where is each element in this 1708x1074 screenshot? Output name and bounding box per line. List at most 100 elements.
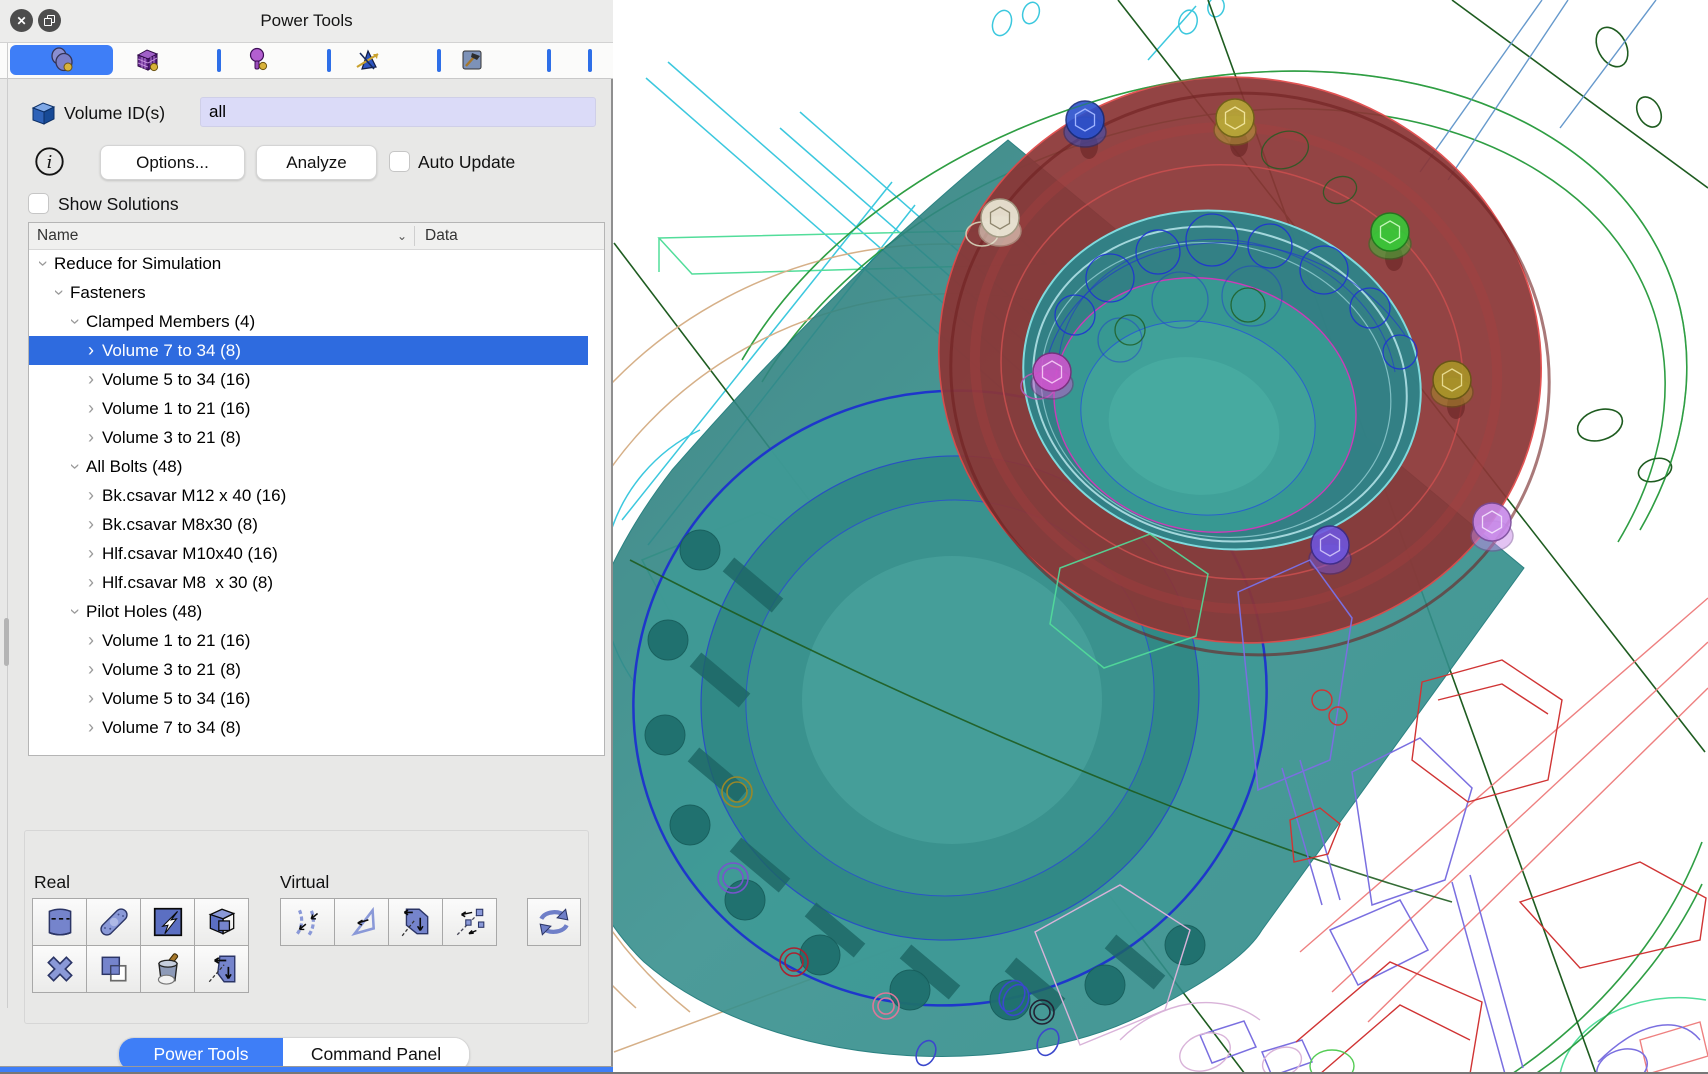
remove-surface-button[interactable] [140, 898, 195, 946]
row-chevron-icon[interactable]: › [83, 626, 99, 655]
tab-fea[interactable] [348, 45, 388, 75]
collapse-angle-icon [345, 905, 379, 939]
mesh-tab-icon [134, 47, 160, 73]
close-icon: ✕ [16, 15, 26, 27]
composite-curves-icon [291, 905, 325, 939]
extract-arrow-icon [205, 952, 239, 986]
tree-row[interactable]: › Volume 3 to 21 (8) [29, 655, 588, 684]
tree-rows: › Reduce for Simulation › Fasteners › Cl… [29, 249, 588, 742]
volume-ids-input[interactable]: all [200, 97, 596, 127]
tab-mesh[interactable] [127, 45, 167, 75]
tree-row[interactable]: › Volume 5 to 34 (16) [29, 365, 588, 394]
tree-row-label: Bk.csavar M8x30 (8) [102, 515, 258, 535]
diagnostics-tab-icon [459, 47, 485, 73]
real-group-label: Real [34, 872, 70, 893]
tree-row-label: Volume 7 to 34 (8) [102, 341, 241, 361]
row-chevron-icon[interactable]: › [61, 314, 90, 330]
tree-row-label: Volume 1 to 21 (16) [102, 399, 250, 419]
composite-curves-button[interactable] [280, 898, 335, 946]
analyze-button[interactable]: Analyze [256, 145, 377, 180]
tab-separator [437, 49, 441, 72]
row-chevron-icon[interactable]: › [83, 423, 99, 452]
tree-row[interactable]: › Hlf.csavar M10x40 (16) [29, 539, 588, 568]
graphics-viewport[interactable] [613, 0, 1708, 1074]
row-chevron-icon[interactable]: › [83, 336, 99, 365]
row-chevron-icon[interactable]: › [83, 568, 99, 597]
tab-geometry[interactable] [10, 45, 113, 75]
row-chevron-icon[interactable]: › [83, 481, 99, 510]
tree-row[interactable]: › Hlf.csavar M8 x 30 (8) [29, 568, 588, 597]
tree-row-label: Volume 1 to 21 (16) [102, 631, 250, 651]
tab-separator [588, 49, 592, 72]
remove-virtual-icon [453, 905, 487, 939]
tab-separator [327, 49, 331, 72]
remove-virtual-button[interactable] [442, 898, 497, 946]
panel-drag-handle[interactable] [4, 618, 9, 666]
column-header-data[interactable]: Data [425, 223, 458, 249]
tree-row-label: Fasteners [70, 283, 146, 303]
tree-row[interactable]: › Clamped Members (4) [29, 307, 588, 336]
tree-row-label: Volume 5 to 34 (16) [102, 689, 250, 709]
clean-button[interactable] [140, 945, 195, 993]
close-button[interactable]: ✕ [10, 9, 33, 32]
row-chevron-icon[interactable]: › [61, 604, 90, 620]
tweak-remove-button[interactable] [32, 898, 87, 946]
power-tools-panel: Power Tools ✕ [0, 0, 613, 1074]
show-solutions-checkbox[interactable] [28, 193, 49, 214]
blend-button[interactable] [86, 898, 141, 946]
refresh-button[interactable] [527, 898, 581, 946]
extract-button[interactable] [194, 945, 249, 993]
row-chevron-icon[interactable]: › [61, 459, 90, 475]
remove-surface-icon [151, 905, 185, 939]
tree-row-label: Volume 3 to 21 (8) [102, 660, 241, 680]
remove-cube-face-button[interactable] [194, 898, 249, 946]
info-icon[interactable]: i [34, 146, 65, 177]
tree-row[interactable]: › Fasteners [29, 278, 588, 307]
panel-title: Power Tools [0, 0, 613, 42]
collapse-angle-button[interactable] [334, 898, 389, 946]
column-header-name[interactable]: Name [37, 223, 78, 249]
virtual-toolbar-row [280, 898, 496, 946]
row-chevron-icon[interactable]: › [83, 539, 99, 568]
tree-row[interactable]: › Volume 1 to 21 (16) [29, 626, 588, 655]
tree-row[interactable]: › Pilot Holes (48) [29, 597, 588, 626]
tree-row-label: Clamped Members (4) [86, 312, 255, 332]
column-divider[interactable] [414, 226, 415, 246]
tree-row[interactable]: › Reduce for Simulation [29, 249, 588, 278]
merge-button[interactable] [86, 945, 141, 993]
tree-row[interactable]: › Bk.csavar M8x30 (8) [29, 510, 588, 539]
row-chevron-icon[interactable]: › [83, 510, 99, 539]
tree-header: Name ⌄ Data [29, 223, 604, 250]
tree-row[interactable]: › Bk.csavar M12 x 40 (16) [29, 481, 588, 510]
row-chevron-icon[interactable]: › [83, 713, 99, 742]
tweak-remove-icon [43, 905, 77, 939]
tab-separator [547, 49, 551, 72]
sort-chevron-icon[interactable]: ⌄ [397, 223, 407, 249]
viewport-3d-scene [613, 0, 1708, 1074]
row-chevron-icon[interactable]: › [83, 394, 99, 423]
row-chevron-icon[interactable]: › [45, 285, 74, 301]
tree-row[interactable]: › All Bolts (48) [29, 452, 588, 481]
row-chevron-icon[interactable]: › [83, 365, 99, 394]
tab-diagnostics[interactable] [452, 45, 492, 75]
undock-button[interactable] [38, 9, 61, 32]
tree-row[interactable]: › Volume 3 to 21 (8) [29, 423, 588, 452]
auto-update-label: Auto Update [418, 152, 515, 173]
tab-entities[interactable] [238, 45, 278, 75]
options-button[interactable]: Options... [100, 145, 245, 180]
delete-x-icon [43, 952, 77, 986]
tab-separator [217, 49, 221, 72]
delete-button[interactable] [32, 945, 87, 993]
geometry-tab-icon [48, 47, 76, 73]
row-chevron-icon[interactable]: › [29, 256, 58, 272]
tree-row[interactable]: › Volume 5 to 34 (16) [29, 684, 588, 713]
auto-update-checkbox[interactable] [389, 151, 410, 172]
tree-row[interactable]: › Volume 7 to 34 (8) [29, 336, 588, 365]
bolt-pink [1471, 503, 1513, 551]
tree-row[interactable]: › Volume 1 to 21 (16) [29, 394, 588, 423]
row-chevron-icon[interactable]: › [83, 684, 99, 713]
tree-row[interactable]: › Volume 7 to 34 (8) [29, 713, 588, 742]
volume-ids-label: Volume ID(s) [64, 103, 165, 124]
collapse-surface-button[interactable] [388, 898, 443, 946]
row-chevron-icon[interactable]: › [83, 655, 99, 684]
